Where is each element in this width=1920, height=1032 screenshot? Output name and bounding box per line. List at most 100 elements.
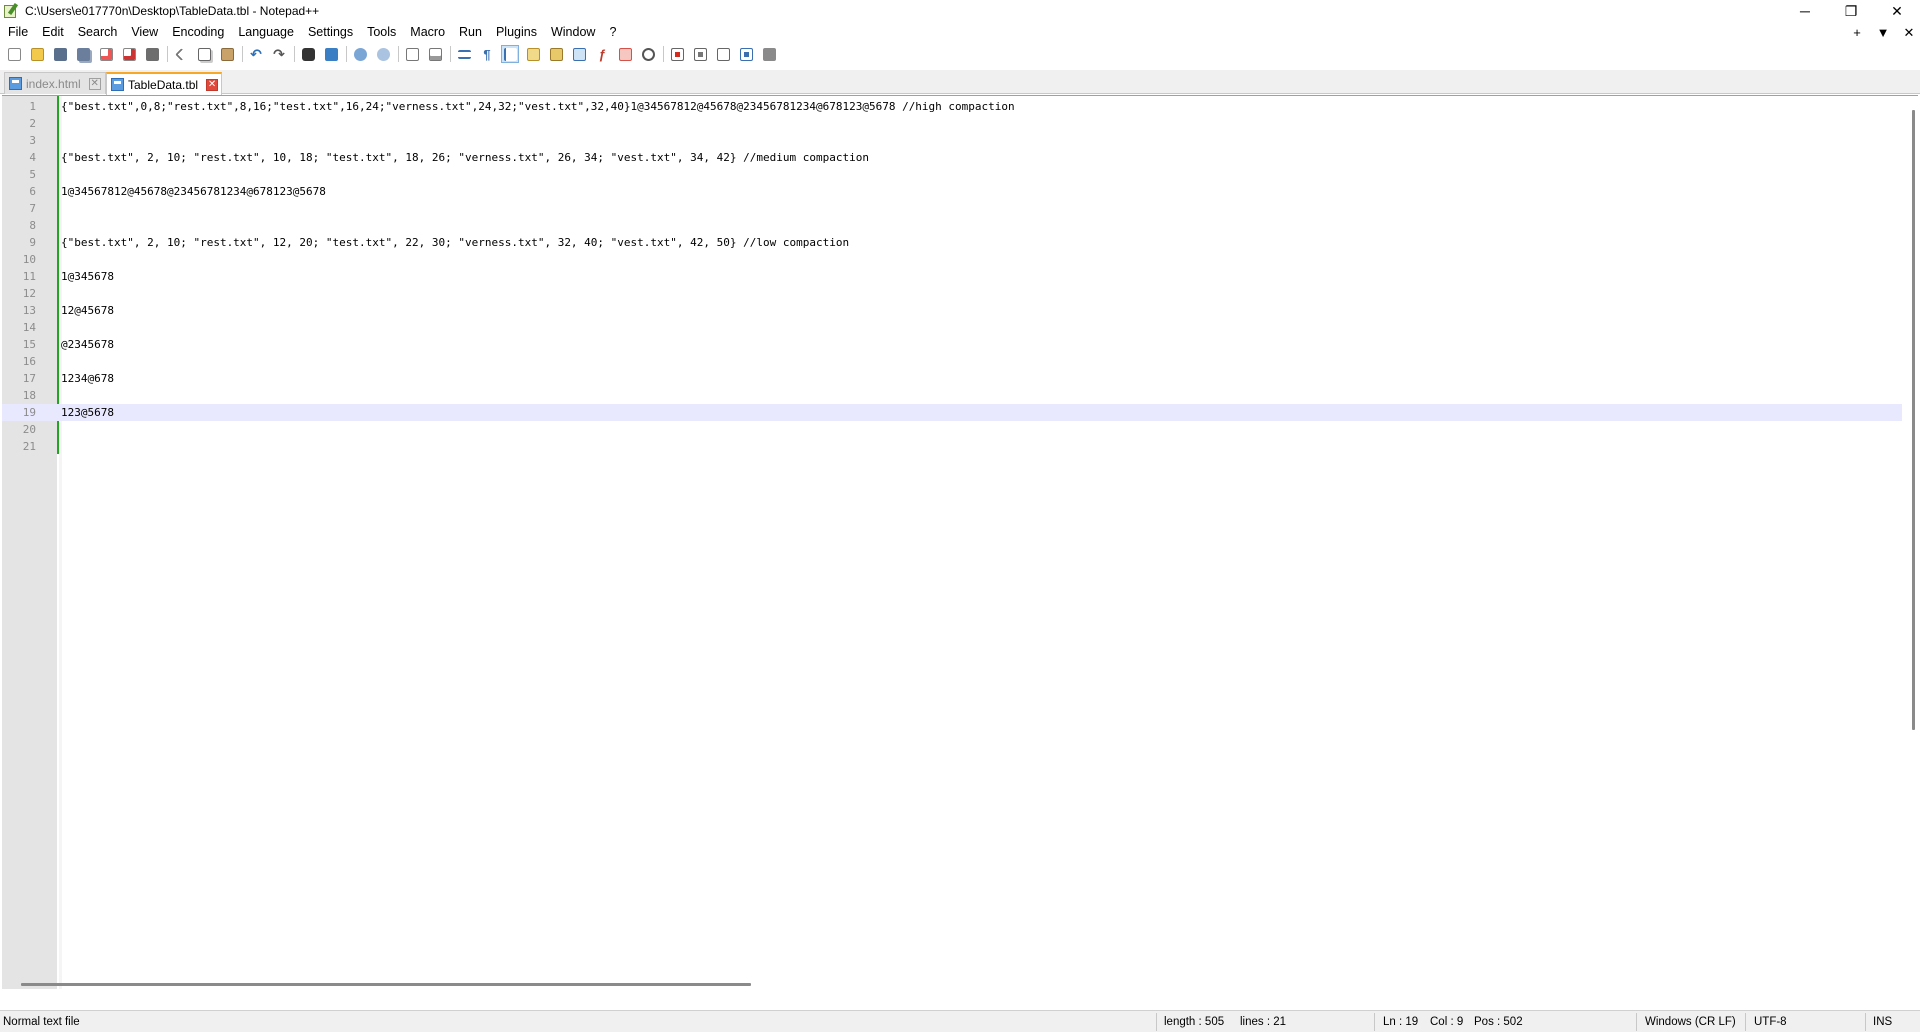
menu-plugins[interactable]: Plugins	[488, 22, 543, 43]
editor-line[interactable]: 1 {"best.txt",0,8;"rest.txt",8,16;"test.t…	[2, 98, 1902, 115]
replace-icon[interactable]	[322, 45, 340, 63]
record-macro-icon[interactable]	[668, 45, 686, 63]
editor-line[interactable]: 8	[2, 217, 1902, 234]
close-all-icon[interactable]	[120, 45, 138, 63]
line-text[interactable]: 123@5678	[61, 404, 114, 421]
menu-search[interactable]: Search	[70, 22, 124, 43]
editor-line[interactable]: 5	[2, 166, 1902, 183]
line-text[interactable]: 1@34567812@45678@23456781234@678123@5678	[61, 183, 326, 200]
cut-icon[interactable]	[172, 45, 190, 63]
editor-line[interactable]: 4 {"best.txt", 2, 10; "rest.txt", 10, 18;…	[2, 149, 1902, 166]
editor-line[interactable]: 21	[2, 438, 1902, 455]
tab-index-html[interactable]: index.html ✕	[4, 72, 106, 94]
run-macro-multiple-icon[interactable]	[737, 45, 755, 63]
redo-icon[interactable]: ↷	[270, 45, 288, 63]
print-icon[interactable]	[143, 45, 161, 63]
minimize-button[interactable]: ─	[1782, 0, 1828, 22]
editor-line[interactable]: 20	[2, 421, 1902, 438]
editor-line[interactable]: 17 1234@678	[2, 370, 1902, 387]
doc-list-icon[interactable]	[570, 45, 588, 63]
copy-icon[interactable]	[195, 45, 213, 63]
maximize-button[interactable]: ❐	[1828, 0, 1874, 22]
close-button[interactable]: ✕	[1874, 0, 1920, 22]
menu-help[interactable]: ?	[601, 22, 622, 43]
close-icon[interactable]	[97, 45, 115, 63]
editor-line[interactable]: 15 @2345678	[2, 336, 1902, 353]
editor-line[interactable]: 12	[2, 285, 1902, 302]
line-number: 15	[22, 338, 36, 351]
menu-run[interactable]: Run	[451, 22, 488, 43]
line-text[interactable]: {"best.txt",0,8;"rest.txt",8,16;"test.tx…	[61, 98, 1015, 115]
monitoring-icon[interactable]	[639, 45, 657, 63]
menu-edit[interactable]: Edit	[34, 22, 70, 43]
save-macro-icon[interactable]	[760, 45, 778, 63]
open-file-icon[interactable]	[28, 45, 46, 63]
editor-line[interactable]: 2	[2, 115, 1902, 132]
stop-macro-icon[interactable]	[691, 45, 709, 63]
menu-view[interactable]: View	[123, 22, 164, 43]
close-tab-button[interactable]: ✕	[1902, 25, 1916, 41]
line-text[interactable]: 12@45678	[61, 302, 114, 319]
editor-line[interactable]: 16	[2, 353, 1902, 370]
save-all-icon[interactable]	[74, 45, 92, 63]
new-file-icon[interactable]	[5, 45, 23, 63]
indent-guide-icon[interactable]	[501, 45, 519, 63]
line-number: 21	[22, 440, 36, 453]
line-text[interactable]: 1@345678	[61, 268, 114, 285]
editor-line[interactable]: 10	[2, 251, 1902, 268]
doc-map-icon[interactable]	[547, 45, 565, 63]
close-tab-icon[interactable]: ✕	[206, 78, 219, 91]
line-text[interactable]: {"best.txt", 2, 10; "rest.txt", 10, 18; …	[61, 149, 869, 166]
menu-file[interactable]: File	[0, 22, 34, 43]
editor-line[interactable]: 14	[2, 319, 1902, 336]
editor-line[interactable]: 7	[2, 200, 1902, 217]
show-all-chars-icon[interactable]: ¶	[478, 45, 496, 63]
function-list-icon[interactable]: ƒ	[593, 45, 611, 63]
menu-encoding[interactable]: Encoding	[164, 22, 230, 43]
editor-line[interactable]: 6 1@34567812@45678@23456781234@678123@567…	[2, 183, 1902, 200]
line-text[interactable]: @2345678	[61, 336, 114, 353]
line-text[interactable]: {"best.txt", 2, 10; "rest.txt", 12, 20; …	[61, 234, 849, 251]
line-number: 12	[22, 287, 36, 300]
status-encoding[interactable]: UTF-8	[1754, 1011, 1787, 1032]
window-title: C:\Users\e017770n\Desktop\TableData.tbl …	[25, 4, 320, 18]
editor-line[interactable]: 19 123@5678	[2, 404, 1902, 421]
tab-list-dropdown-button[interactable]: ▼	[1876, 25, 1890, 40]
status-col: Col : 9	[1430, 1016, 1464, 1028]
play-macro-icon[interactable]	[714, 45, 732, 63]
menu-tools[interactable]: Tools	[359, 22, 402, 43]
folder-workspace-icon[interactable]	[616, 45, 634, 63]
status-file-type: Normal text file	[3, 1016, 80, 1028]
line-text[interactable]: 1234@678	[61, 370, 114, 387]
horizontal-scrollbar[interactable]	[21, 983, 751, 986]
menu-settings[interactable]: Settings	[300, 22, 359, 43]
menu-language[interactable]: Language	[230, 22, 300, 43]
sync-vertical-icon[interactable]	[403, 45, 421, 63]
zoom-out-icon[interactable]	[374, 45, 392, 63]
editor-line[interactable]: 18	[2, 387, 1902, 404]
tab-tabledata-tbl[interactable]: TableData.tbl ✕	[106, 72, 222, 95]
editor-line[interactable]: 13 12@45678	[2, 302, 1902, 319]
new-tab-button[interactable]: +	[1850, 25, 1864, 40]
status-eol[interactable]: Windows (CR LF)	[1645, 1011, 1736, 1032]
save-icon[interactable]	[51, 45, 69, 63]
text-editor[interactable]: 1 {"best.txt",0,8;"rest.txt",8,16;"test.t…	[2, 95, 1918, 990]
status-insert-mode[interactable]: INS	[1873, 1011, 1892, 1032]
close-tab-icon[interactable]: ✕	[88, 77, 101, 90]
line-number: 4	[29, 151, 36, 164]
menu-macro[interactable]: Macro	[402, 22, 451, 43]
vertical-scrollbar[interactable]	[1912, 110, 1915, 730]
editor-line[interactable]: 3	[2, 132, 1902, 149]
find-icon[interactable]	[299, 45, 317, 63]
saved-file-icon	[9, 77, 22, 90]
editor-line[interactable]: 9 {"best.txt", 2, 10; "rest.txt", 12, 20;…	[2, 234, 1902, 251]
paste-icon[interactable]	[218, 45, 236, 63]
line-number: 6	[29, 185, 36, 198]
undo-icon[interactable]: ↶	[247, 45, 265, 63]
editor-line[interactable]: 11 1@345678	[2, 268, 1902, 285]
word-wrap-icon[interactable]	[455, 45, 473, 63]
zoom-in-icon[interactable]	[351, 45, 369, 63]
sync-horizontal-icon[interactable]	[426, 45, 444, 63]
lang-udl-icon[interactable]	[524, 45, 542, 63]
menu-window[interactable]: Window	[543, 22, 601, 43]
